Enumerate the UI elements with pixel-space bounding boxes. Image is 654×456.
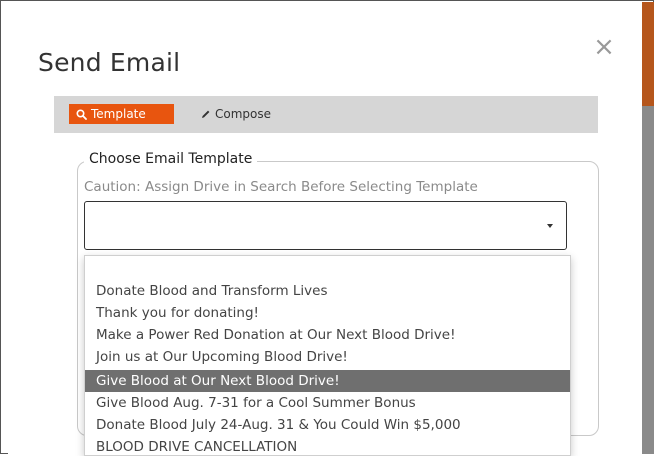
tab-compose[interactable]: Compose <box>200 104 290 124</box>
dropdown-option[interactable]: Donate Blood and Transform Lives <box>85 280 570 302</box>
dropdown-option-highlighted[interactable]: Give Blood at Our Next Blood Drive! <box>85 370 570 392</box>
send-email-modal: Send Email × Template Compose Choose Ema… <box>8 2 642 456</box>
template-dropdown-list: Donate Blood and Transform Lives Thank y… <box>84 255 571 456</box>
modal-title: Send Email <box>38 48 181 77</box>
caret-down-icon <box>547 224 553 228</box>
pencil-icon <box>200 109 211 120</box>
dropdown-option[interactable]: Give Blood Aug. 7-31 for a Cool Summer B… <box>85 392 570 414</box>
screenshot-frame: Send Email × Template Compose Choose Ema… <box>0 0 654 456</box>
template-select[interactable] <box>84 201 567 250</box>
close-icon[interactable]: × <box>593 34 615 60</box>
dropdown-option[interactable]: Make a Power Red Donation at Our Next Bl… <box>85 324 570 346</box>
dropdown-option[interactable]: Join us at Our Upcoming Blood Drive! <box>85 346 570 368</box>
backdrop-accent <box>642 2 654 106</box>
caution-text: Caution: Assign Drive in Search Before S… <box>84 179 478 195</box>
dropdown-option[interactable]: Donate Blood July 24-Aug. 31 & You Could… <box>85 414 570 436</box>
tab-bar: Template Compose <box>54 96 598 133</box>
dropdown-option[interactable]: BLOOD DRIVE CANCELLATION <box>85 436 570 455</box>
tab-template-label: Template <box>91 107 146 121</box>
tab-compose-label: Compose <box>215 107 272 121</box>
search-icon <box>76 108 87 120</box>
page-backdrop <box>642 2 654 454</box>
fieldset-legend: Choose Email Template <box>84 151 258 167</box>
tab-template[interactable]: Template <box>69 104 174 124</box>
dropdown-option[interactable]: Thank you for donating! <box>85 302 570 324</box>
